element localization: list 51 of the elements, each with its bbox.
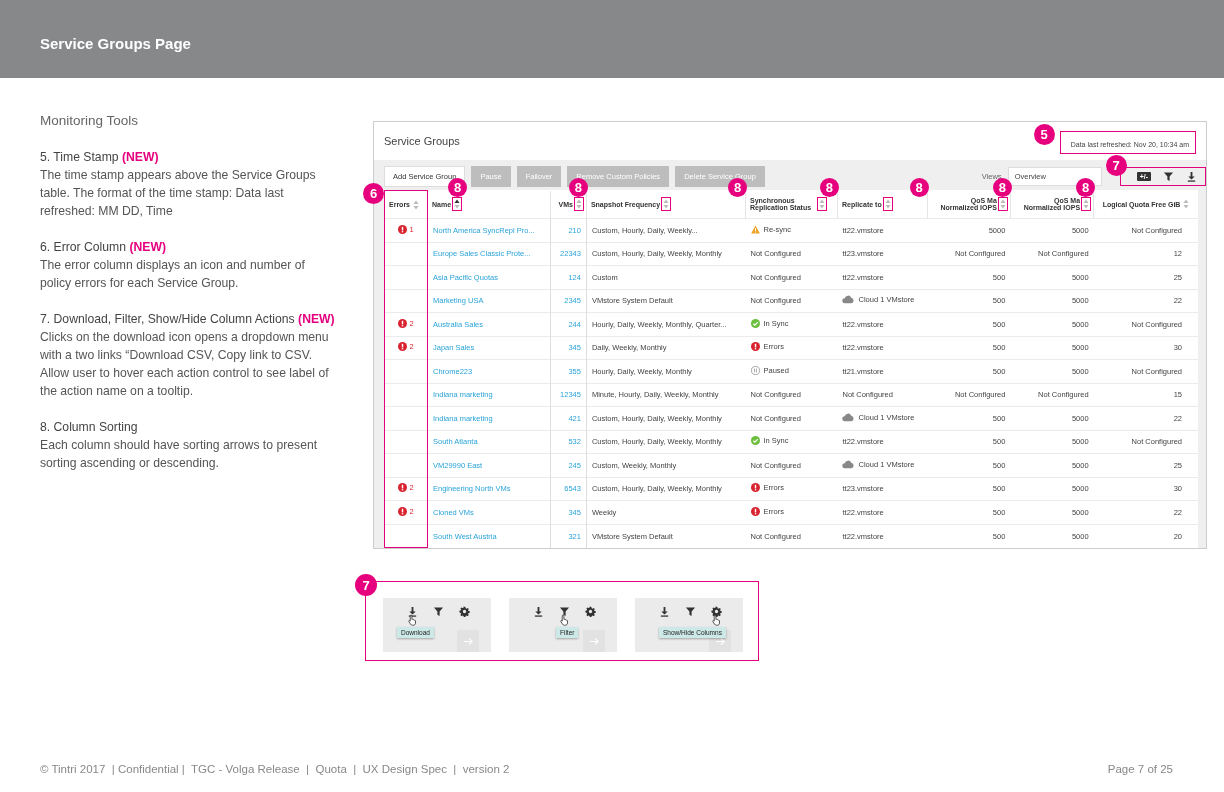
error-icon xyxy=(750,342,760,352)
download-icon[interactable] xyxy=(407,606,418,617)
note-title: 6. Error Column (NEW) xyxy=(40,239,167,256)
callout-marker: 8 xyxy=(909,177,929,197)
hand-cursor-icon xyxy=(560,614,569,626)
hand-cursor-icon xyxy=(408,614,417,626)
page-title: Service Groups Page xyxy=(40,34,191,52)
note-title: 5. Time Stamp (NEW) xyxy=(40,149,160,166)
error-icon xyxy=(398,224,408,234)
download-icon[interactable] xyxy=(659,606,670,617)
filter-icon[interactable] xyxy=(685,606,696,617)
filter-icon[interactable] xyxy=(1163,170,1174,182)
check-icon xyxy=(750,436,760,446)
cloud-icon xyxy=(842,412,855,422)
note-title: 8. Column Sorting xyxy=(40,419,139,436)
arrow-icon xyxy=(714,635,726,647)
check-icon xyxy=(750,318,760,328)
callout-marker: 5 xyxy=(1033,124,1055,145)
callout-marker: 8 xyxy=(820,177,839,197)
cloud-icon xyxy=(842,295,855,305)
warning-icon xyxy=(750,224,760,234)
settings-icon[interactable] xyxy=(711,606,722,617)
error-icon xyxy=(750,506,760,516)
footer-text: © Tintri 2017 | Confidential | TGC - Volga Release | Quota | UX Design Spec | version 2 xyxy=(40,763,510,775)
callout-marker: 6 xyxy=(363,183,384,204)
section-heading: Monitoring Tools xyxy=(40,112,140,130)
error-icon xyxy=(398,318,408,328)
error-icon xyxy=(398,483,408,493)
arrow-icon xyxy=(588,635,600,647)
arrow-icon xyxy=(462,635,474,647)
error-icon xyxy=(398,506,408,516)
note-text: The error column displays an icon and number of policy errors for each Service Group. xyxy=(40,257,306,292)
error-icon xyxy=(750,483,760,493)
sort-icon[interactable] xyxy=(454,199,461,210)
settings-icon[interactable] xyxy=(459,606,470,617)
hand-cursor-icon xyxy=(712,614,721,626)
cloud-icon xyxy=(842,459,855,469)
error-icon xyxy=(398,342,408,352)
window-title: Service Groups xyxy=(384,135,460,147)
note-text: The time stamp appears above the Service Groups table. The format of the time stamp: Data last refreshed: MM DD, Time xyxy=(40,167,317,220)
filter-icon[interactable] xyxy=(433,606,444,617)
pause-icon xyxy=(750,365,760,375)
page-number: Page 7 of 25 xyxy=(1107,763,1173,775)
download-icon[interactable] xyxy=(533,606,544,617)
callout-marker: 7 xyxy=(355,574,377,596)
note-text: Each column should have sorting arrows to present sorting ascending or descending. xyxy=(40,437,319,472)
filter-icon[interactable] xyxy=(559,606,570,617)
note-title: 7. Download, Filter, Show/Hide Column Actions (NEW) xyxy=(40,311,336,328)
note-text: Clicks on the download icon opens a dropdown menu with a two links “Download CSV, Copy link to CSV. Allow user to hover each action control to see label of the action name on a tooltip. xyxy=(40,329,330,400)
download-icon[interactable] xyxy=(1186,170,1197,182)
settings-icon[interactable] xyxy=(585,606,596,617)
